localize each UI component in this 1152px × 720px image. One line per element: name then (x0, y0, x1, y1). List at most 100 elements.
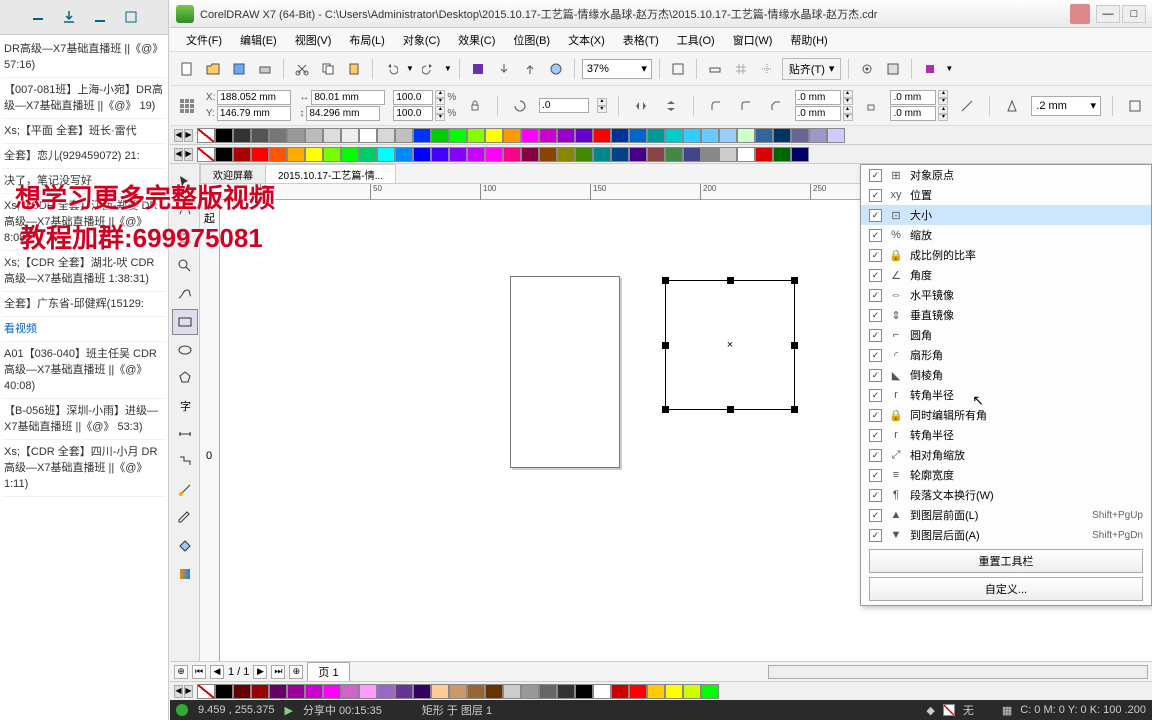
no-color-swatch[interactable] (197, 684, 215, 699)
color-swatch[interactable] (287, 684, 305, 699)
menu-tools[interactable]: 工具(O) (669, 29, 723, 51)
color-swatch[interactable] (359, 128, 377, 143)
freehand-tool[interactable] (172, 281, 198, 307)
color-swatch[interactable] (485, 147, 503, 162)
outline-width-select[interactable]: .2 mm▾ (1031, 96, 1101, 116)
color-swatch[interactable] (269, 128, 287, 143)
color-swatch[interactable] (629, 147, 647, 162)
context-menu-item[interactable]: ✓¶段落文本换行(W) (861, 485, 1151, 505)
ellipse-tool[interactable] (172, 337, 198, 363)
color-button[interactable] (919, 58, 941, 80)
color-swatch[interactable] (269, 684, 287, 699)
import-button[interactable] (493, 58, 515, 80)
palette-nav[interactable]: ◀▶ (170, 148, 197, 161)
chat-msg[interactable]: Xs;【平面 全套】班长·雷代 (2, 119, 166, 144)
color-swatch[interactable] (827, 128, 845, 143)
color-swatch[interactable] (557, 684, 575, 699)
menu-text[interactable]: 文本(X) (560, 29, 613, 51)
corner-round-button[interactable] (705, 95, 727, 117)
context-menu-item[interactable]: ✓r转角半径 (861, 385, 1151, 405)
grid-button[interactable] (730, 58, 752, 80)
color-swatch[interactable] (215, 147, 233, 162)
rulers-button[interactable] (704, 58, 726, 80)
connector-tool[interactable] (172, 449, 198, 475)
context-menu-item[interactable]: ✓🔒成比例的比率 (861, 245, 1151, 265)
color-swatch[interactable] (251, 147, 269, 162)
context-menu-item[interactable]: ✓◣倒棱角 (861, 365, 1151, 385)
context-menu-item[interactable]: ✓xy位置 (861, 185, 1151, 205)
color-swatch[interactable] (521, 147, 539, 162)
chat-msg[interactable]: 看视频 (2, 317, 166, 342)
chat-msg[interactable]: 全套】广东省-邱健辉(15129: (2, 292, 166, 317)
polygon-tool[interactable] (172, 365, 198, 391)
color-swatch[interactable] (809, 128, 827, 143)
color-swatch[interactable] (287, 128, 305, 143)
color-swatch[interactable] (395, 684, 413, 699)
customize-button[interactable]: 自定义... (869, 577, 1143, 601)
color-swatch[interactable] (521, 684, 539, 699)
color-swatch[interactable] (233, 147, 251, 162)
color-swatch[interactable] (737, 128, 755, 143)
paste-button[interactable] (343, 58, 365, 80)
maximize-button[interactable]: □ (1122, 5, 1146, 23)
context-menu-item[interactable]: ✓🔒同时编辑所有角 (861, 405, 1151, 425)
save-button[interactable] (228, 58, 250, 80)
color-swatch[interactable] (377, 128, 395, 143)
context-menu-item[interactable]: ✓≡轮廓宽度 (861, 465, 1151, 485)
menu-table[interactable]: 表格(T) (615, 29, 667, 51)
x-input[interactable]: 188.052 mm (217, 90, 291, 105)
color-swatch[interactable] (773, 128, 791, 143)
color-swatch[interactable] (683, 128, 701, 143)
color-swatch[interactable] (449, 147, 467, 162)
color-swatch[interactable] (359, 147, 377, 162)
color-swatch[interactable] (791, 128, 809, 143)
mirror-v-button[interactable] (660, 95, 682, 117)
context-menu-item[interactable]: ✓∠角度 (861, 265, 1151, 285)
color-swatch[interactable] (377, 684, 395, 699)
lock-ratio-button[interactable] (464, 95, 486, 117)
color-swatch[interactable] (449, 128, 467, 143)
cut-button[interactable] (291, 58, 313, 80)
color-swatch[interactable] (431, 684, 449, 699)
color-swatch[interactable] (431, 147, 449, 162)
new-button[interactable] (176, 58, 198, 80)
color-swatch[interactable] (251, 684, 269, 699)
corner3-input[interactable]: .0 mm (890, 90, 936, 105)
page-next-button[interactable]: ▶ (253, 665, 267, 679)
context-menu-item[interactable]: ✓⇔水平镜像 (861, 285, 1151, 305)
context-menu-item[interactable]: ✓%缩放 (861, 225, 1151, 245)
no-color-swatch[interactable] (197, 128, 215, 143)
color-swatch[interactable] (719, 128, 737, 143)
page-add-end-button[interactable]: ⊕ (289, 665, 303, 679)
open-button[interactable] (202, 58, 224, 80)
color-swatch[interactable] (647, 147, 665, 162)
color-swatch[interactable] (233, 128, 251, 143)
palette-nav[interactable]: ◀▶ (170, 129, 197, 142)
context-menu-item[interactable]: ✓⊡大小 (861, 205, 1151, 225)
color-swatch[interactable] (395, 128, 413, 143)
color-swatch[interactable] (539, 147, 557, 162)
color-swatch[interactable] (485, 128, 503, 143)
color-swatch[interactable] (413, 147, 431, 162)
color-swatch[interactable] (701, 147, 719, 162)
undo-button[interactable] (380, 58, 402, 80)
crop-tool[interactable] (172, 225, 198, 251)
lock-corners-button[interactable] (861, 95, 883, 117)
color-swatch[interactable] (773, 147, 791, 162)
color-swatch[interactable] (593, 147, 611, 162)
interactive-fill-tool[interactable] (172, 561, 198, 587)
color-swatch[interactable] (647, 684, 665, 699)
color-swatch[interactable] (557, 147, 575, 162)
relative-corner-button[interactable] (956, 95, 978, 117)
chat-msg[interactable]: 决了，笔记没写好 (2, 169, 166, 194)
color-swatch[interactable] (629, 684, 647, 699)
scaley-input[interactable]: 100.0 (393, 106, 433, 121)
corner-scallop-button[interactable] (735, 95, 757, 117)
color-swatch[interactable] (755, 128, 773, 143)
export-button[interactable] (519, 58, 541, 80)
color-swatch[interactable] (665, 684, 683, 699)
shape-tool[interactable] (172, 197, 198, 223)
color-swatch[interactable] (791, 147, 809, 162)
context-menu-item[interactable]: ✓r转角半径 (861, 425, 1151, 445)
color-swatch[interactable] (413, 684, 431, 699)
